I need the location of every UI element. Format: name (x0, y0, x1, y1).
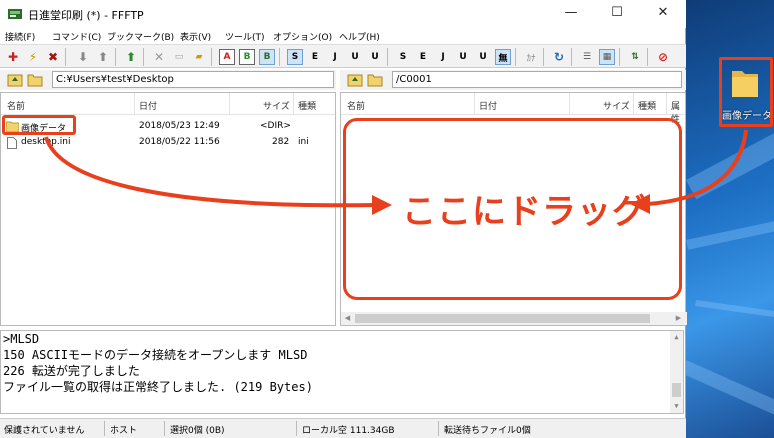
scroll-right-icon[interactable]: ▶ (672, 312, 685, 325)
local-folder-highlight (2, 115, 76, 135)
refresh-icon[interactable]: ↻ (551, 49, 567, 65)
stop-icon[interactable]: ⊘ (655, 49, 671, 65)
toolbar: ✚ ⚡ ✖ ⬇ ⬆ ⬆ ✕ ▭ ▰ A B B S E J U U S E J … (0, 44, 686, 68)
maximize-button[interactable]: ☐ (594, 0, 640, 28)
file-size: 282 (272, 137, 290, 147)
menu-connect[interactable]: 接続(F) (5, 30, 35, 43)
remote-parent-folder-icon[interactable] (347, 72, 363, 87)
scroll-thumb[interactable] (672, 383, 681, 397)
mirror-upload-icon[interactable]: ⬆ (123, 49, 139, 65)
local-parent-folder-icon[interactable] (7, 72, 23, 87)
host-euc-icon[interactable]: E (307, 49, 323, 65)
sync-folder-icon[interactable]: ⇅ (627, 49, 643, 65)
log-panel: >MLSD 150 ASCIIモードのデータ接続をオープンします MLSD 22… (0, 330, 684, 414)
host-utf8-icon[interactable]: U (347, 49, 363, 65)
window-title: 日進堂印刷 (*) - FFFTP (28, 9, 144, 22)
local-path-input[interactable]: C:¥Users¥test¥Desktop (52, 71, 334, 88)
menu-options[interactable]: オプション(O) (273, 30, 332, 43)
host-utf8bom-icon[interactable]: U (367, 49, 383, 65)
no-conversion-icon[interactable]: 無 (495, 49, 511, 65)
desktop-folder-highlight (719, 57, 773, 127)
file-date: 2018/05/23 12:49 (139, 121, 220, 131)
local-col-date[interactable]: 日付 (139, 99, 157, 112)
scroll-down-icon[interactable]: ▼ (670, 400, 683, 413)
menu-bar: 接続(F) コマンド(C) ブックマーク(B) 表示(V) ツール(T) オプシ… (0, 28, 686, 44)
local-utf8-icon[interactable]: U (455, 49, 471, 65)
remote-path-bar: /C0001 (340, 70, 686, 90)
menu-help[interactable]: ヘルプ(H) (339, 30, 380, 43)
menu-view[interactable]: 表示(V) (180, 30, 211, 43)
list-view-icon[interactable]: ☰ (579, 49, 595, 65)
download-icon[interactable]: ⬇ (75, 49, 91, 65)
remote-horizontal-scrollbar[interactable]: ◀ ▶ (341, 312, 687, 325)
local-col-name[interactable]: 名前 (7, 99, 25, 112)
log-line: >MLSD (3, 332, 40, 346)
scroll-up-icon[interactable]: ▲ (670, 331, 683, 344)
status-connection: 保護されていません (4, 426, 85, 436)
local-col-size[interactable]: サイズ (263, 99, 290, 112)
file-size: <DIR> (260, 121, 291, 131)
close-button[interactable]: ✕ (640, 0, 686, 28)
local-jis-icon[interactable]: J (435, 49, 451, 65)
scroll-left-icon[interactable]: ◀ (341, 312, 354, 325)
menu-command[interactable]: コマンド(C) (52, 30, 101, 43)
host-sjis-icon[interactable]: S (287, 49, 303, 65)
detail-view-icon[interactable]: ▦ (599, 49, 615, 65)
scroll-thumb[interactable] (355, 314, 650, 323)
remote-col-size[interactable]: サイズ (603, 99, 630, 112)
menu-bookmark[interactable]: ブックマーク(B) (107, 30, 174, 43)
log-line: 150 ASCIIモードのデータ接続をオープンします MLSD (3, 348, 308, 362)
status-selected: 選択0個 (0B) (170, 426, 225, 436)
remote-column-header: 名前 日付 サイズ 種類 属性 (341, 93, 685, 125)
remote-col-date[interactable]: 日付 (479, 99, 497, 112)
file-icon (7, 137, 17, 149)
status-bar: 保護されていません ホスト 選択0個 (0B) ローカル空 111.34GB 転… (0, 418, 686, 438)
status-queue: 転送待ちファイル0個 (444, 426, 531, 436)
log-line: 226 転送が完了しました (3, 364, 140, 378)
status-local-free: ローカル空 111.34GB (302, 426, 395, 436)
rename-icon[interactable]: ▭ (171, 49, 187, 65)
local-sjis-icon[interactable]: S (395, 49, 411, 65)
remote-col-type[interactable]: 種類 (638, 99, 656, 112)
minimize-button[interactable]: — (548, 0, 594, 28)
remote-open-folder-icon[interactable] (367, 72, 383, 87)
new-folder-icon[interactable]: ▰ (191, 49, 207, 65)
binary-mode-icon[interactable]: B (239, 49, 255, 65)
local-column-header: 名前 日付 サイズ 種類 (1, 93, 335, 115)
upload-icon[interactable]: ⬆ (95, 49, 111, 65)
remote-path-input[interactable]: /C0001 (392, 71, 682, 88)
local-euc-icon[interactable]: E (415, 49, 431, 65)
delete-icon[interactable]: ✕ (151, 49, 167, 65)
disconnect-icon[interactable]: ✖ (45, 49, 61, 65)
log-vertical-scrollbar[interactable]: ▲ ▼ (670, 331, 683, 413)
file-type: ini (298, 137, 309, 147)
file-date: 2018/05/22 11:56 (139, 137, 220, 147)
log-line: ファイル一覧の取得は正常終了しました. (219 Bytes) (3, 380, 313, 394)
quick-connect-icon[interactable]: ⚡ (25, 49, 41, 65)
local-open-folder-icon[interactable] (27, 72, 43, 87)
auto-mode-icon[interactable]: B (259, 49, 275, 65)
menu-tools[interactable]: ツール(T) (225, 30, 265, 43)
local-col-type[interactable]: 種類 (298, 99, 316, 112)
file-name: desktop.ini (21, 137, 71, 147)
connect-icon[interactable]: ✚ (5, 49, 21, 65)
kana-convert-icon[interactable]: ｶﾅ (523, 49, 539, 65)
title-bar: 日進堂印刷 (*) - FFFTP — ☐ ✕ (0, 0, 686, 28)
ffftp-app-icon (8, 9, 22, 19)
ascii-mode-icon[interactable]: A (219, 49, 235, 65)
local-path-bar: C:¥Users¥test¥Desktop (0, 70, 336, 90)
remote-col-name[interactable]: 名前 (347, 99, 365, 112)
status-host: ホスト (110, 426, 138, 436)
drag-here-caption: ここにドラッグ (402, 192, 647, 232)
host-jis-icon[interactable]: J (327, 49, 343, 65)
table-row[interactable]: desktop.ini 2018/05/22 11:56 282 ini (1, 135, 335, 150)
local-utf8bom-icon[interactable]: U (475, 49, 491, 65)
